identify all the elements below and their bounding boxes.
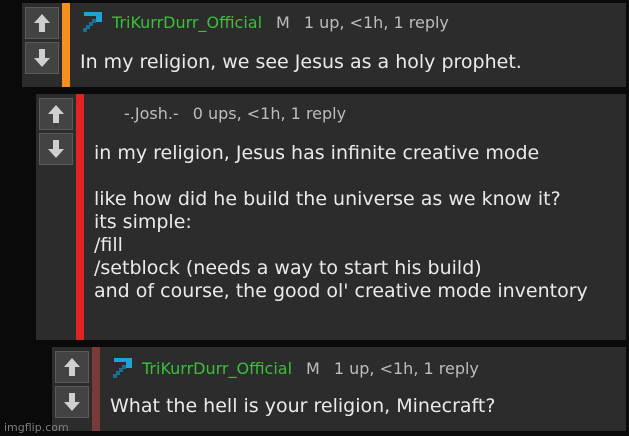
diamond-pickaxe-icon <box>113 358 132 378</box>
comment-1: TriKurrDurr_Official M 1 up, <1h, 1 repl… <box>22 3 626 87</box>
imgflip-watermark: imgflip.com <box>4 421 69 434</box>
vote-controls <box>36 94 76 340</box>
comment-2: -.Josh.- 0 ups, <1h, 1 reply in my relig… <box>36 94 626 340</box>
vote-controls <box>52 347 92 431</box>
comment-stats: 0 ups, <1h, 1 reply <box>192 104 347 123</box>
upvote-button[interactable] <box>25 7 59 39</box>
comment-username[interactable]: -.Josh.- <box>124 104 179 123</box>
upvote-button[interactable] <box>39 98 73 130</box>
comment-username[interactable]: TriKurrDurr_Official <box>112 13 262 32</box>
downvote-button[interactable] <box>39 133 73 165</box>
comment-body: In my religion, we see Jesus as a holy p… <box>80 51 522 73</box>
comment-header: TriKurrDurr_Official M 1 up, <1h, 1 repl… <box>80 9 449 35</box>
arrow-down-icon <box>64 393 80 411</box>
comment-body: in my religion, Jesus has infinite creat… <box>94 142 588 302</box>
comment-stats: 1 up, <1h, 1 reply <box>333 358 479 378</box>
comment-username[interactable]: TriKurrDurr_Official <box>142 359 292 378</box>
comment-3: TriKurrDurr_Official M 1 up, <1h, 1 repl… <box>52 347 626 431</box>
mod-badge: M <box>306 358 320 378</box>
comment-body: What the hell is your religion, Minecraf… <box>110 395 496 417</box>
downvote-button[interactable] <box>55 386 89 418</box>
mod-badge: M <box>276 12 290 32</box>
comment-stats: 1 up, <1h, 1 reply <box>303 12 449 32</box>
arrow-down-icon <box>34 49 50 67</box>
arrow-down-icon <box>48 140 64 158</box>
upvote-button[interactable] <box>55 351 89 383</box>
comment-accent-bar <box>92 347 100 431</box>
comment-header: TriKurrDurr_Official M 1 up, <1h, 1 repl… <box>110 355 479 381</box>
comment-accent-bar <box>76 94 84 340</box>
comment-header: -.Josh.- 0 ups, <1h, 1 reply <box>124 104 346 123</box>
arrow-up-icon <box>64 358 80 376</box>
downvote-button[interactable] <box>25 42 59 74</box>
vote-controls <box>22 3 62 87</box>
comment-accent-bar <box>62 3 70 87</box>
arrow-up-icon <box>34 14 50 32</box>
arrow-up-icon <box>48 105 64 123</box>
diamond-pickaxe-icon <box>83 12 102 32</box>
